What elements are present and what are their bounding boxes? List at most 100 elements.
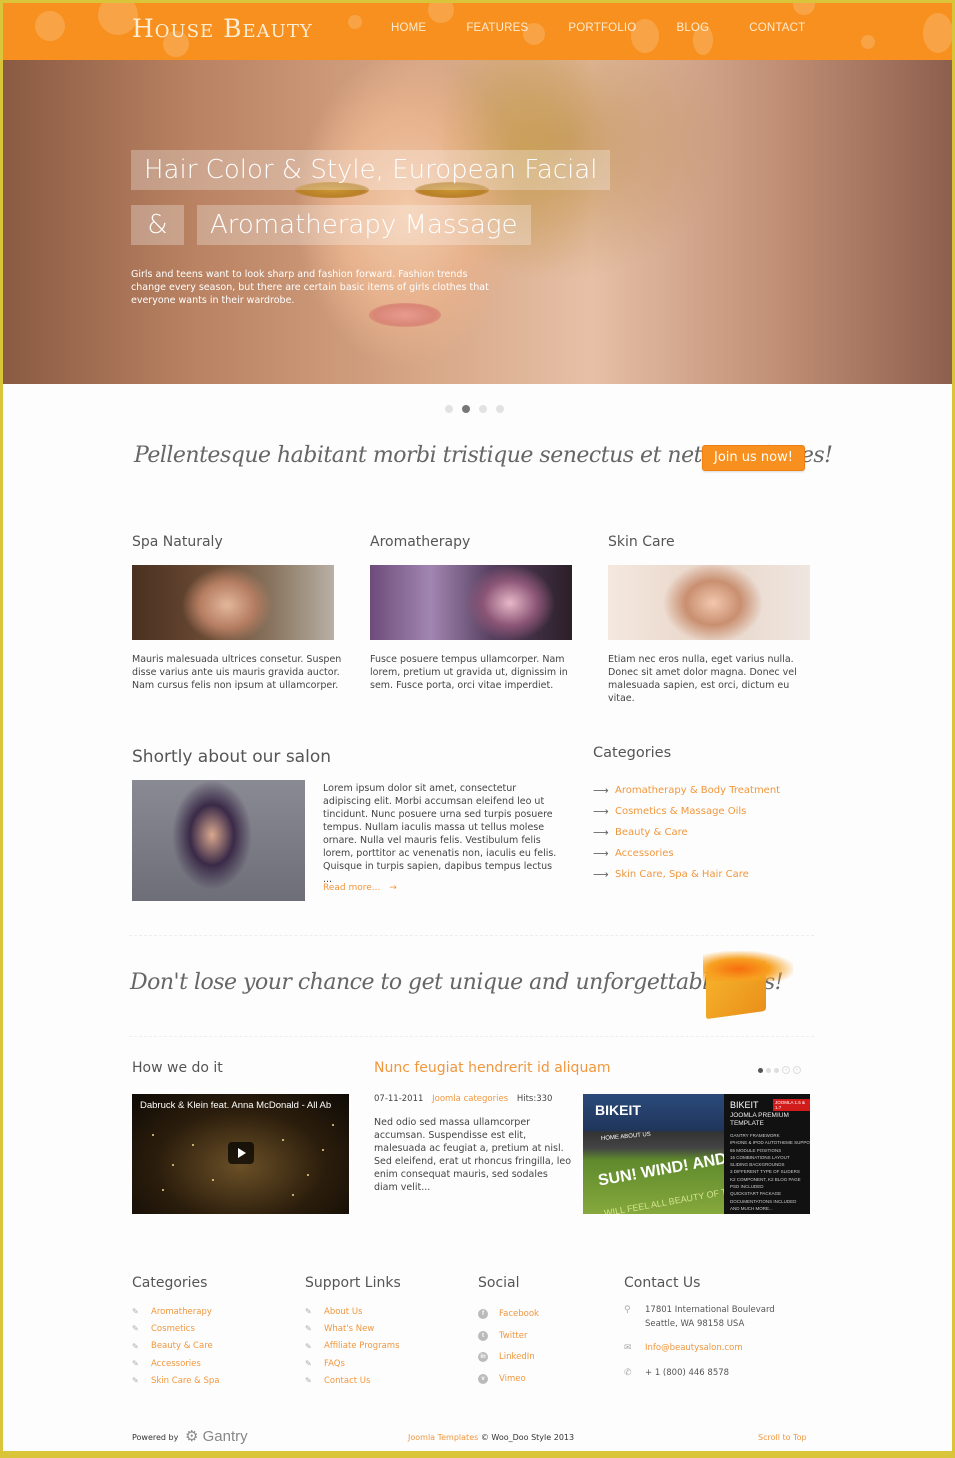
prev-icon[interactable]: ‹ [782,1066,790,1074]
arrow-right-icon: ⟶ [593,847,609,860]
about-title: Shortly about our salon [132,747,332,767]
hero-headline-amp: & [131,205,184,245]
hero-headline-2: Aromatherapy Massage [197,205,531,245]
promo-subtitle: JOOMLA PREMIUM TEMPLATE [730,1112,789,1127]
category-item[interactable]: ⟶ Beauty & Care [593,822,780,843]
play-icon[interactable] [228,1142,254,1164]
slider-dot-active[interactable] [462,405,470,413]
contact-phone: ✆ + 1 (800) 446 8578 [624,1366,775,1380]
feature-title: Aromatherapy [370,534,471,550]
arrow-right-icon: ⟶ [593,826,609,839]
about-text: Lorem ipsum dolor sit amet, consectetur … [323,783,557,885]
linkedin-icon: in [478,1352,488,1363]
divider [129,1036,814,1037]
slider-dot[interactable] [496,405,504,413]
hero-headline-1: Hair Color & Style, European Facial [131,150,611,190]
page: House Beauty HOME FEATURES PORTFOLIO BLO… [3,3,952,1451]
join-button[interactable]: Join us now! [702,445,805,471]
footer-link[interactable]: ✎ Affiliate Programs [305,1338,401,1355]
slider-dot[interactable] [479,405,487,413]
video-player[interactable]: Dabruck & Klein feat. Anna McDonald - Al… [132,1094,349,1214]
feature-text: Etiam nec eros nulla, eget varius nulla.… [608,654,797,704]
footer-link[interactable]: ✎ FAQs [305,1355,401,1372]
arrow-right-icon: ⟶ [593,868,609,881]
carousel-controls: ‹ › [758,1066,804,1074]
nav-contact[interactable]: CONTACT [749,22,805,34]
address-line-1: 17801 International Boulevard [645,1305,775,1315]
phone-number: + 1 (800) 446 8578 [645,1368,730,1378]
carousel-dot[interactable] [774,1067,779,1073]
slider-dot[interactable] [445,405,453,413]
gift-bow-icon [703,951,793,981]
hero-slider: Hair Color & Style, European Facial & Ar… [3,60,952,384]
promo-features: GANTRY FRAMEWORK IPHONE & IPOD AUTOTHEME… [730,1133,810,1211]
divider [129,935,814,936]
pencil-icon: ✎ [132,1359,139,1369]
article-title[interactable]: Nunc feugiat hendrerit id aliquam [374,1060,611,1076]
article-text: Ned odio sed massa ullamcorper accumsan.… [374,1117,572,1193]
footer-link[interactable]: ✎ Beauty & Care [132,1338,219,1355]
article-meta: 07-11-2011 Joomla categories Hits:330 [374,1094,552,1104]
pencil-icon: ✎ [132,1324,139,1334]
scroll-to-top-link[interactable]: Scroll to Top [758,1433,807,1442]
envelope-icon: ✉ [624,1343,632,1353]
categories-title: Categories [593,745,672,761]
category-item[interactable]: ⟶ Skin Care, Spa & Hair Care [593,864,780,885]
nav-home[interactable]: HOME [391,22,426,34]
site-logo[interactable]: House Beauty [132,14,313,43]
footer-link[interactable]: ✎ Skin Care & Spa [132,1372,219,1389]
read-more-link[interactable]: Read more... → [323,883,397,893]
email-link[interactable]: Info@beautysalon.com [645,1341,743,1355]
pencil-icon: ✎ [305,1376,312,1386]
contact-email: ✉ Info@beautysalon.com [624,1341,775,1355]
footer-link[interactable]: ✎ About Us [305,1303,401,1320]
arrow-right-icon: → [389,883,397,893]
next-icon[interactable]: › [793,1066,801,1074]
footer-link[interactable]: ✎ Accessories [132,1355,219,1372]
footer-contact-title: Contact Us [624,1275,701,1291]
facebook-icon: f [478,1308,488,1319]
copyright: Joomla Templates © Woo_Doo Style 2013 [408,1433,575,1442]
category-item[interactable]: ⟶ Accessories [593,843,780,864]
contact-address: ⚲ 17801 International Boulevard Seattle,… [624,1303,775,1331]
category-item[interactable]: ⟶ Cosmetics & Massage Oils [593,801,780,822]
footer-categories-title: Categories [132,1275,208,1291]
footer-link[interactable]: ✎ What's New [305,1320,401,1337]
twitter-icon: t [478,1330,488,1341]
gantry-logo[interactable]: ⚙ Gantry [185,1427,248,1445]
article-category-link[interactable]: Joomla categories [432,1094,508,1104]
footer-support: Support Links ✎ About Us ✎ What's New ✎ Aff… [305,1275,401,1389]
nav-features[interactable]: FEATURES [466,22,528,34]
location-pin-icon: ⚲ [624,1305,631,1315]
gear-icon: ⚙ [185,1428,199,1445]
feature-title: Skin Care [608,534,675,550]
pencil-icon: ✎ [132,1376,139,1386]
hero-description: Girls and teens want to look sharp and f… [131,269,489,306]
social-link-facebook[interactable]: f Facebook [478,1303,539,1325]
social-link-vimeo[interactable]: v Vimeo [478,1368,539,1390]
promo-banner[interactable]: BIKEIT HOME ABOUT US SUN! WIND! AND A RI… [583,1094,810,1214]
social-link-linkedin[interactable]: in LinkedIn [478,1347,539,1369]
social-link-twitter[interactable]: t Twitter [478,1325,539,1347]
main-nav: HOME FEATURES PORTFOLIO BLOG CONTACT [391,22,845,34]
joomla-templates-link[interactable]: Joomla Templates [408,1433,478,1442]
article-hits: Hits:330 [516,1094,553,1104]
pencil-icon: ✎ [305,1341,312,1351]
spa-image [132,565,334,640]
carousel-dot[interactable] [766,1067,771,1073]
footer-link[interactable]: ✎ Aromatherapy [132,1303,219,1320]
vimeo-icon: v [478,1374,488,1385]
category-item[interactable]: ⟶ Aromatherapy & Body Treatment [593,780,780,801]
footer-link[interactable]: ✎ Contact Us [305,1372,401,1389]
footer-social-title: Social [478,1275,520,1291]
nav-blog[interactable]: BLOG [676,22,709,34]
promo-nav: HOME ABOUT US [600,1131,652,1143]
video-title: Dabruck & Klein feat. Anna McDonald - Al… [140,1100,332,1111]
article-date: 07-11-2011 [374,1094,424,1104]
carousel-dot-active[interactable] [758,1067,763,1073]
arrow-right-icon: ⟶ [593,784,609,797]
categories-list: ⟶ Aromatherapy & Body Treatment ⟶ Cosmetic… [593,780,780,885]
how-title: How we do it [132,1060,223,1076]
footer-link[interactable]: ✎ Cosmetics [132,1320,219,1337]
nav-portfolio[interactable]: PORTFOLIO [568,22,636,34]
